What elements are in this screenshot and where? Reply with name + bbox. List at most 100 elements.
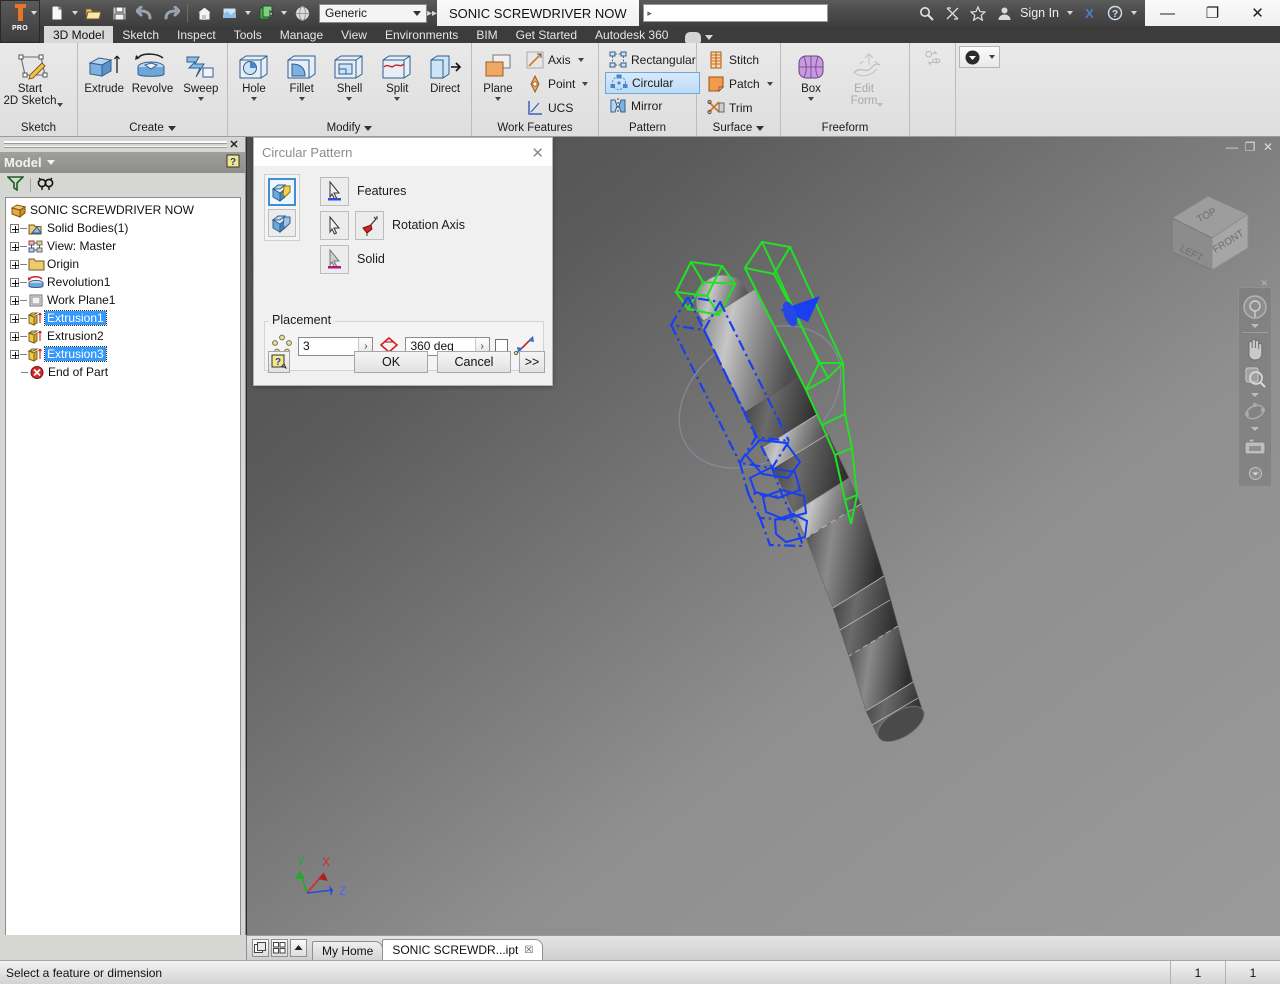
browser-grip[interactable]: ✕ [0, 137, 245, 152]
document-tab-close-icon[interactable]: ☒ [524, 945, 533, 956]
tree-node-part[interactable]: SONIC SCREWDRIVER NOW [10, 201, 240, 219]
undo-icon[interactable] [132, 1, 158, 25]
axis-button[interactable]: Axis [522, 48, 592, 72]
document-minimize-button[interactable]: — [1224, 139, 1240, 155]
redo-icon[interactable] [158, 1, 184, 25]
expander-icon[interactable] [10, 223, 19, 233]
grid-icon[interactable] [271, 939, 288, 957]
freeform-box-button[interactable]: Box [783, 46, 839, 101]
expander-icon[interactable] [10, 241, 19, 251]
tab-environments[interactable]: Environments [376, 26, 467, 43]
tree-node-origin[interactable]: Origin [10, 255, 240, 273]
save-icon[interactable] [106, 1, 132, 25]
graphics-viewport[interactable]: — ❐ ✕ Y X Z TOP LEFT FRONT ✕ Circular Pa… [247, 137, 1280, 935]
qat-overflow-icon[interactable]: ▸▸ [427, 1, 437, 25]
trim-button[interactable]: Trim [703, 96, 777, 120]
sweep-dropdown-icon[interactable] [197, 97, 204, 101]
navbar-close-icon[interactable]: ✕ [1260, 278, 1268, 289]
arrow-select-features-icon[interactable] [320, 176, 349, 206]
exchange-apps-icon[interactable] [940, 1, 964, 25]
look-at-icon[interactable] [1240, 433, 1270, 461]
expander-icon[interactable] [10, 313, 19, 323]
sign-in-dropdown-icon[interactable] [1065, 1, 1075, 25]
search-input[interactable]: ▸ [642, 4, 828, 22]
tree-node-revolution1[interactable]: Revolution1 [10, 273, 240, 291]
tree-node-extrusion3[interactable]: Extrusion3 [10, 345, 240, 363]
tree-node-solid-bodies[interactable]: Solid Bodies(1) [10, 219, 240, 237]
filter-icon[interactable] [6, 175, 25, 194]
tree-node-extrusion1[interactable]: Extrusion1 [10, 309, 240, 327]
tree-node-extrusion2[interactable]: Extrusion2 [10, 327, 240, 345]
find-icon[interactable] [37, 176, 55, 194]
dialog-close-icon[interactable]: ✕ [531, 144, 544, 162]
optimized-creation-button[interactable] [268, 178, 296, 206]
help-icon[interactable]: ? [1103, 1, 1127, 25]
material-icon[interactable] [253, 1, 279, 25]
plane-dropdown-icon[interactable] [495, 97, 501, 101]
identical-creation-button[interactable] [268, 209, 296, 237]
revolve-button[interactable]: Revolve [128, 46, 176, 95]
circular-pattern-button[interactable]: Circular [605, 72, 700, 94]
browser-help-icon[interactable]: ? [226, 154, 241, 172]
mirror-button[interactable]: Mirror [605, 94, 700, 118]
new-icon[interactable] [44, 1, 70, 25]
model-tree[interactable]: SONIC SCREWDRIVER NOW Solid Bodies(1) Vi… [5, 197, 241, 954]
expander-icon[interactable] [10, 277, 19, 287]
start-2d-sketch-button[interactable]: Start 2D Sketch [2, 46, 64, 107]
orbit-dropdown-icon[interactable] [1251, 427, 1259, 431]
tab-tools[interactable]: Tools [225, 26, 271, 43]
zoom-icon[interactable] [1240, 363, 1270, 391]
autodesk-exchange-icon[interactable]: X [1077, 1, 1101, 25]
tab-autodesk-360[interactable]: Autodesk 360 [586, 26, 677, 43]
split-dropdown-icon[interactable] [394, 97, 401, 101]
tab-inspect[interactable]: Inspect [168, 26, 225, 43]
shell-dropdown-icon[interactable] [346, 97, 353, 101]
start-2d-sketch-dropdown-icon[interactable] [56, 103, 63, 107]
tree-node-end-of-part[interactable]: End of Part [10, 363, 240, 381]
pan-icon[interactable] [1240, 335, 1270, 363]
rotation-axis-selector-row[interactable]: Rotation Axis [320, 208, 542, 242]
document-close-button[interactable]: ✕ [1260, 139, 1276, 155]
material-selector[interactable]: Generic [319, 3, 427, 23]
panel-dropdown-caret-icon[interactable] [988, 55, 995, 59]
new-dropdown-icon[interactable] [70, 1, 80, 25]
appearance-icon[interactable] [217, 1, 243, 25]
application-menu-button[interactable]: PRO [0, 0, 40, 43]
arrow-select-axis-icon[interactable] [320, 210, 349, 240]
fillet-dropdown-icon[interactable] [298, 97, 305, 101]
freeform-box-dropdown-icon[interactable] [808, 97, 814, 101]
axis-dropdown-icon[interactable] [577, 58, 584, 62]
expander-icon[interactable] [10, 295, 19, 305]
tab-manage[interactable]: Manage [271, 26, 332, 43]
ucs-button[interactable]: UCS [522, 96, 592, 120]
open-icon[interactable] [80, 1, 106, 25]
direct-button[interactable]: Direct [421, 46, 469, 95]
orbit-icon[interactable] [1240, 399, 1270, 425]
point-dropdown-icon[interactable] [582, 82, 589, 86]
help-dropdown-icon[interactable] [1129, 1, 1139, 25]
search-dropdown-icon[interactable]: ▸ [644, 8, 656, 19]
zoom-dropdown-icon[interactable] [1251, 393, 1259, 397]
browser-header[interactable]: Model ? [0, 152, 245, 173]
point-button[interactable]: Point [522, 72, 592, 96]
cancel-button[interactable]: Cancel [437, 351, 511, 373]
patch-button[interactable]: Patch [703, 72, 777, 96]
tab-sketch[interactable]: Sketch [113, 26, 168, 43]
browser-close-icon[interactable]: ✕ [227, 138, 241, 151]
expander-icon[interactable] [10, 259, 19, 269]
favorites-icon[interactable] [966, 1, 990, 25]
extrude-button[interactable]: Extrude [80, 46, 128, 95]
minimize-button[interactable]: — [1145, 0, 1190, 26]
solid-selector-row[interactable]: Solid [320, 242, 542, 276]
tab-bim[interactable]: BIM [467, 26, 506, 43]
split-button[interactable]: Split [373, 46, 421, 101]
patch-dropdown-icon[interactable] [766, 82, 773, 86]
document-tab-part[interactable]: SONIC SCREWDR...ipt ☒ [382, 939, 544, 960]
circular-pattern-dialog[interactable]: Circular Pattern ✕ Features Rotation Axi… [253, 137, 553, 386]
home-icon[interactable] [191, 1, 217, 25]
browser-header-dropdown-icon[interactable] [46, 160, 55, 165]
steering-wheel-icon[interactable] [1240, 292, 1270, 322]
panel-dropdown-button[interactable] [958, 46, 1000, 68]
dialog-help-button[interactable]: ? [268, 351, 290, 373]
hole-button[interactable]: Hole [230, 46, 278, 101]
